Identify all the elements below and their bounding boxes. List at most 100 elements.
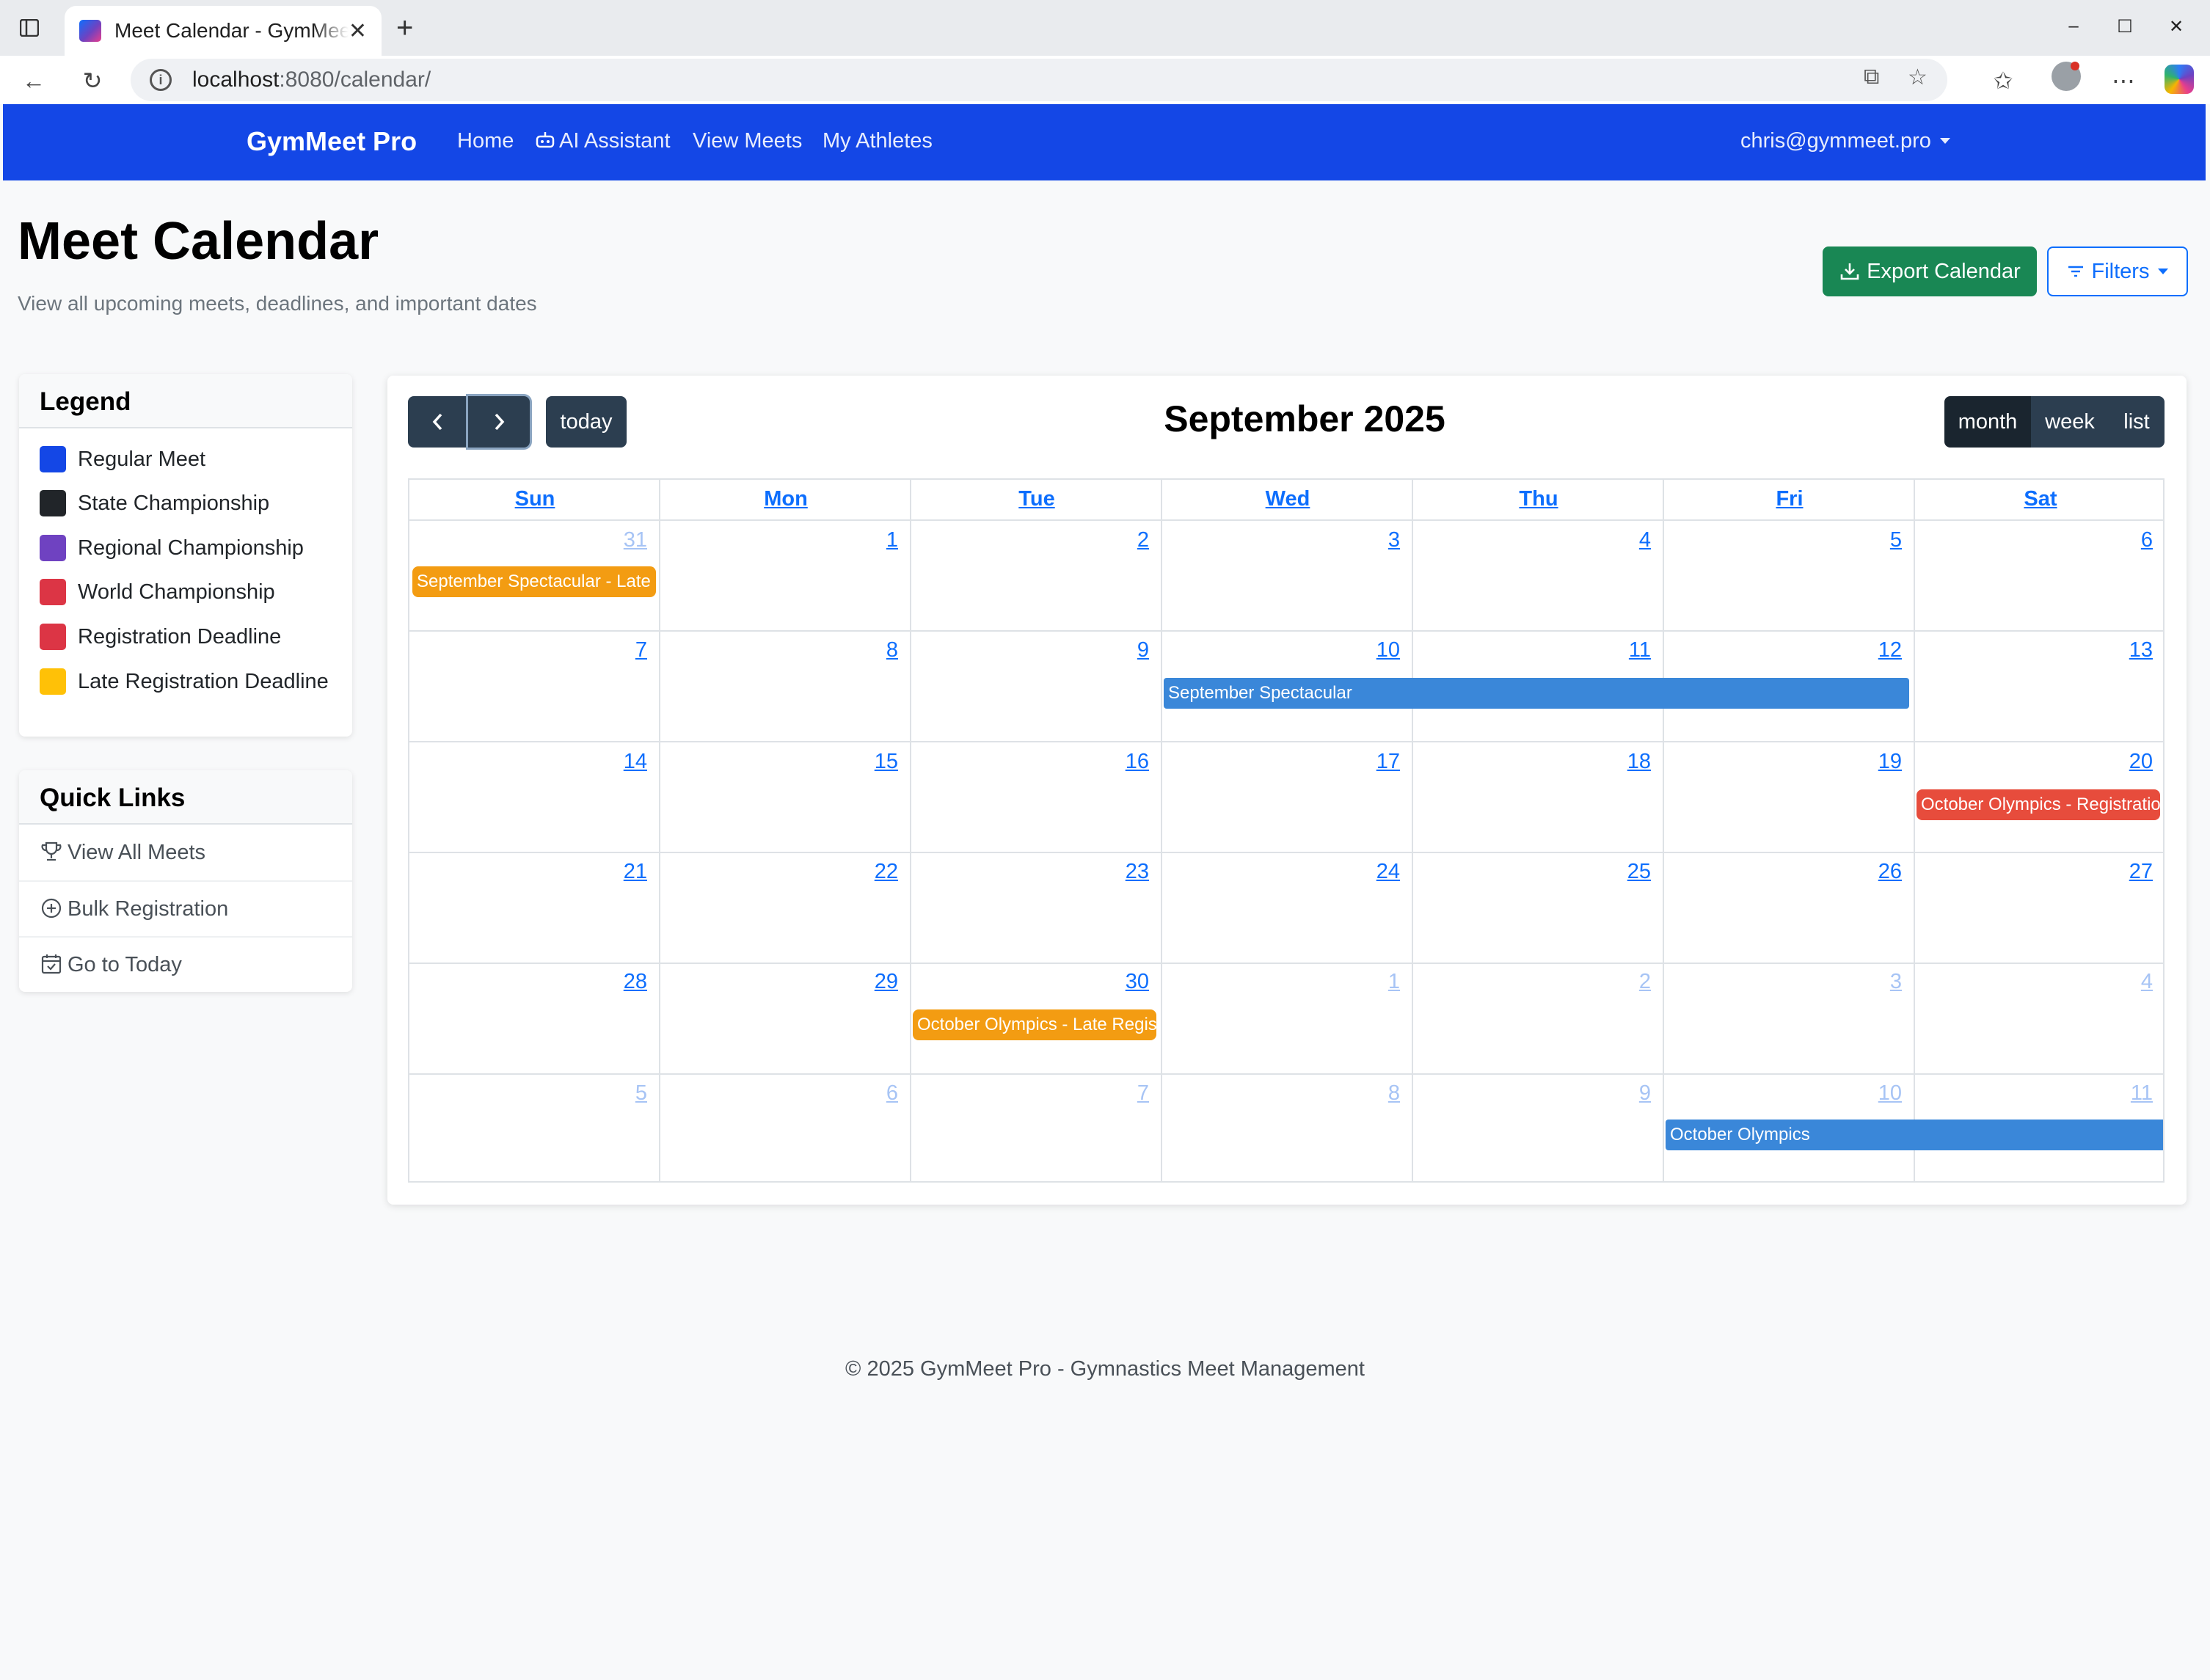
prev-month-button[interactable] (408, 396, 468, 448)
day-number[interactable]: 27 (2109, 860, 2153, 884)
day-number[interactable]: 9 (1607, 1081, 1651, 1106)
quick-links-title: Quick Links (19, 770, 352, 825)
weekday-header[interactable]: Tue (911, 480, 1162, 521)
day-number[interactable]: 12 (1858, 638, 1902, 662)
day-number[interactable]: 7 (1105, 1081, 1149, 1106)
open-in-app-icon[interactable]: ⧉ (1864, 65, 1879, 90)
day-number[interactable]: 4 (2109, 970, 2153, 994)
legend-title: Legend (19, 374, 352, 428)
weekday-header[interactable]: Sun (409, 480, 660, 521)
event-october-olympics[interactable]: October Olympics (1666, 1120, 2163, 1150)
quick-link-go-to-today[interactable]: Go to Today (19, 936, 352, 992)
view-week-button[interactable]: week (2031, 396, 2109, 448)
new-tab-plus-icon[interactable]: + (396, 12, 413, 45)
day-number[interactable]: 28 (603, 970, 647, 994)
day-number[interactable]: 31 (603, 528, 647, 552)
browser-tab-strip: Meet Calendar - GymMeet Pro ✕ + – ☐ ✕ (0, 0, 2210, 56)
day-number[interactable]: 11 (1607, 638, 1651, 662)
weekday-header[interactable]: Sat (1915, 480, 2166, 521)
grid-line (409, 1073, 2163, 1075)
day-number[interactable]: 3 (1858, 970, 1902, 994)
site-info-icon[interactable]: i (150, 69, 172, 91)
filters-dropdown-button[interactable]: Filters (2047, 246, 2188, 296)
nav-view-meets[interactable]: View Meets (693, 129, 802, 153)
day-number[interactable]: 20 (2109, 750, 2153, 774)
day-number[interactable]: 25 (1607, 860, 1651, 884)
legend-item-state-championship: State Championship (40, 490, 269, 516)
nav-home[interactable]: Home (457, 129, 514, 153)
day-number[interactable]: 10 (1858, 1081, 1902, 1106)
legend-swatch (40, 624, 66, 650)
day-number[interactable]: 5 (603, 1081, 647, 1106)
day-number[interactable]: 15 (854, 750, 898, 774)
day-number[interactable]: 8 (1356, 1081, 1400, 1106)
view-list-button[interactable]: list (2109, 396, 2165, 448)
day-number[interactable]: 30 (1105, 970, 1149, 994)
export-calendar-button[interactable]: Export Calendar (1823, 246, 2037, 296)
day-number[interactable]: 23 (1105, 860, 1149, 884)
day-number[interactable]: 19 (1858, 750, 1902, 774)
day-number[interactable]: 14 (603, 750, 647, 774)
day-number[interactable]: 22 (854, 860, 898, 884)
back-arrow-icon[interactable]: ← (18, 65, 50, 97)
address-bar[interactable]: i localhost:8080/calendar/ ⧉ ☆ (131, 59, 1947, 101)
event-september-spectacular-late-registration[interactable]: September Spectacular - Late Registratio… (412, 566, 656, 597)
day-number[interactable]: 6 (854, 1081, 898, 1106)
legend-card: Legend Regular Meet State Championship R… (19, 374, 352, 737)
event-october-olympics-registration-deadline[interactable]: October Olympics - Registration Deadline (1917, 789, 2160, 820)
more-menu-icon[interactable]: ⋯ (2107, 65, 2140, 97)
day-number[interactable]: 2 (1105, 528, 1149, 552)
calendar-title: September 2025 (1164, 398, 1445, 439)
day-number[interactable]: 2 (1607, 970, 1651, 994)
day-number[interactable]: 21 (603, 860, 647, 884)
nav-ai-assistant[interactable]: AI Assistant (534, 129, 671, 153)
event-september-spectacular[interactable]: September Spectacular (1164, 678, 1909, 709)
weekday-header[interactable]: Wed (1162, 480, 1413, 521)
tab-close-icon[interactable]: ✕ (349, 18, 367, 44)
day-number[interactable]: 7 (603, 638, 647, 662)
maximize-icon[interactable]: ☐ (2109, 10, 2141, 43)
bookmark-star-icon[interactable]: ☆ (1908, 65, 1928, 90)
quick-link-bulk-registration[interactable]: Bulk Registration (19, 880, 352, 936)
legend-swatch (40, 579, 66, 605)
copilot-icon[interactable] (2165, 65, 2194, 94)
quick-link-view-all-meets[interactable]: View All Meets (19, 825, 352, 880)
brand-logo[interactable]: GymMeet Pro (247, 126, 417, 157)
day-number[interactable]: 16 (1105, 750, 1149, 774)
view-month-button[interactable]: month (1944, 396, 2031, 448)
day-number[interactable]: 1 (1356, 970, 1400, 994)
day-number[interactable]: 4 (1607, 528, 1651, 552)
day-number[interactable]: 1 (854, 528, 898, 552)
day-number[interactable]: 18 (1607, 750, 1651, 774)
user-menu-dropdown[interactable]: chris@gymmeet.pro (1740, 129, 1950, 153)
weekday-header[interactable]: Mon (660, 480, 911, 521)
tab-search-icon[interactable] (13, 13, 45, 43)
day-number[interactable]: 17 (1356, 750, 1400, 774)
day-number[interactable]: 26 (1858, 860, 1902, 884)
grid-line (409, 519, 2163, 521)
day-number[interactable]: 10 (1356, 638, 1400, 662)
filter-icon (2068, 266, 2083, 277)
minimize-icon[interactable]: – (2057, 10, 2090, 43)
close-window-icon[interactable]: ✕ (2160, 10, 2192, 43)
legend-item-late-registration-deadline: Late Registration Deadline (40, 668, 329, 695)
reload-icon[interactable]: ↻ (76, 65, 109, 97)
nav-my-athletes[interactable]: My Athletes (823, 129, 933, 153)
favorites-icon[interactable]: ✩ (1987, 65, 2019, 97)
today-button[interactable]: today (546, 396, 627, 448)
day-number[interactable]: 8 (854, 638, 898, 662)
day-number[interactable]: 24 (1356, 860, 1400, 884)
day-number[interactable]: 13 (2109, 638, 2153, 662)
browser-tab-active[interactable]: Meet Calendar - GymMeet Pro ✕ (65, 6, 382, 56)
event-october-olympics-late-registration[interactable]: October Olympics - Late Registration (913, 1009, 1156, 1040)
day-number[interactable]: 9 (1105, 638, 1149, 662)
day-number[interactable]: 11 (2109, 1081, 2153, 1106)
day-number[interactable]: 29 (854, 970, 898, 994)
day-number[interactable]: 3 (1356, 528, 1400, 552)
day-number[interactable]: 6 (2109, 528, 2153, 552)
weekday-header[interactable]: Thu (1413, 480, 1664, 521)
weekday-header[interactable]: Fri (1664, 480, 1915, 521)
trophy-icon (40, 840, 65, 865)
next-month-button[interactable] (468, 396, 530, 448)
day-number[interactable]: 5 (1858, 528, 1902, 552)
